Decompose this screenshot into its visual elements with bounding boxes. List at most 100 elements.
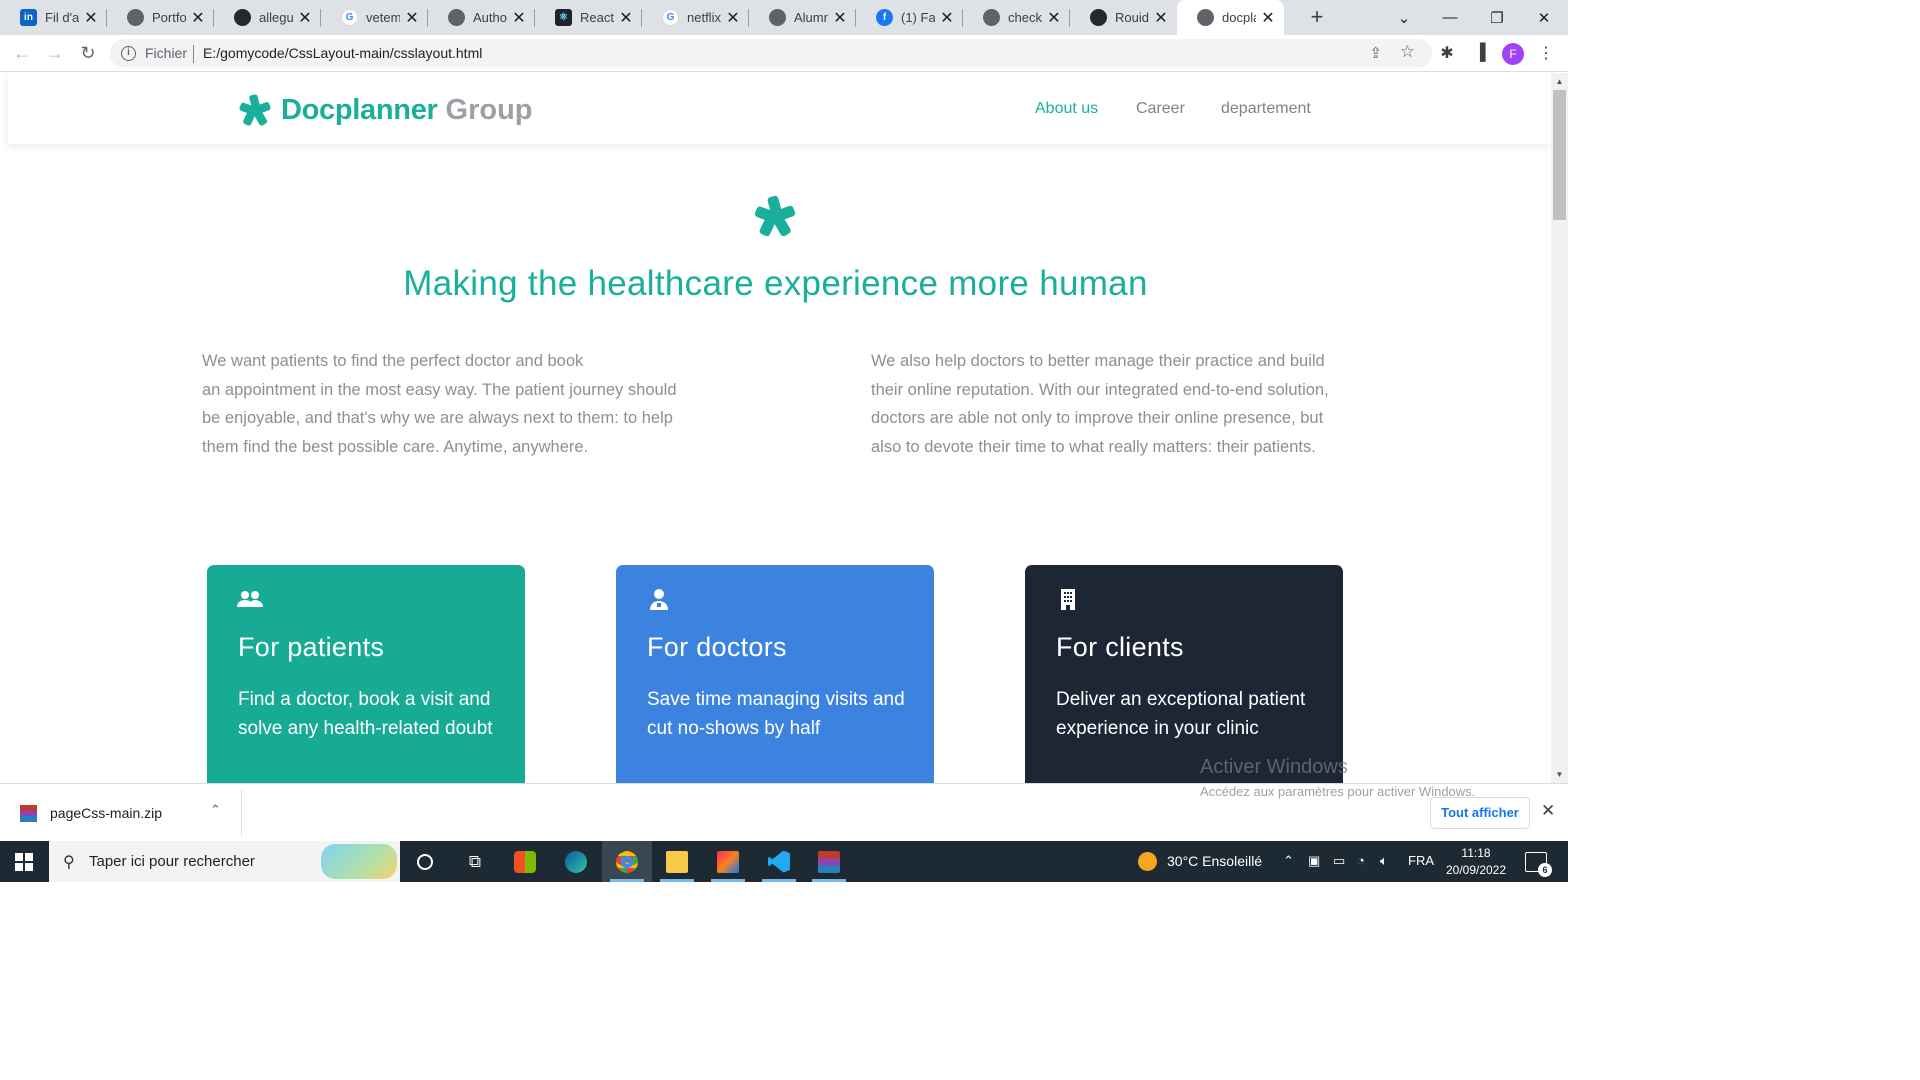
globe-icon xyxy=(127,9,144,26)
close-tab-icon[interactable]: ✕ xyxy=(939,8,955,28)
bookmark-star-icon[interactable]: ☆ xyxy=(1400,42,1415,62)
extensions-puzzle-icon[interactable]: ✱ xyxy=(1436,42,1458,64)
github-icon xyxy=(234,9,251,26)
close-download-bar-icon[interactable]: ✕ xyxy=(1541,801,1555,821)
close-tab-icon[interactable]: ✕ xyxy=(1046,8,1062,28)
brand-name: Docplanner xyxy=(281,93,438,126)
globe-icon xyxy=(1197,9,1214,26)
intro-paragraph-right: We also help doctors to better manage th… xyxy=(871,352,1329,457)
profile-avatar[interactable]: F xyxy=(1502,43,1524,65)
google-icon: G xyxy=(341,9,358,26)
scrollbar-thumb[interactable] xyxy=(1553,90,1566,220)
browser-tab[interactable]: Rouidfa ✕ xyxy=(1070,0,1177,35)
wifi-icon[interactable]: ◔ xyxy=(1357,853,1365,868)
tab-title: checkp xyxy=(1008,10,1042,25)
docplanner-star-icon xyxy=(239,94,271,126)
browser-tab[interactable]: f (1) Face ✕ xyxy=(856,0,963,35)
browser-tab[interactable]: Gnetflix - ✕ xyxy=(642,0,749,35)
chevron-up-icon[interactable]: ⌃ xyxy=(210,802,221,818)
close-tab-icon[interactable]: ✕ xyxy=(83,8,99,28)
tab-title: Rouidfa xyxy=(1115,10,1149,25)
menu-kebab-icon[interactable]: ⋮ xyxy=(1535,42,1557,64)
building-icon xyxy=(1061,589,1075,610)
windows-start-icon[interactable] xyxy=(15,853,33,871)
card-clients[interactable]: For clients Deliver an exceptional patie… xyxy=(1025,565,1343,783)
close-tab-icon[interactable]: ✕ xyxy=(618,8,634,28)
card-title: For doctors xyxy=(647,632,787,662)
tab-search-chevron-icon[interactable]: ⌄ xyxy=(1381,0,1427,35)
tab-title: docplar xyxy=(1222,10,1256,25)
tab-title: netflix - xyxy=(687,10,721,25)
card-description: Deliver an exceptional patient experienc… xyxy=(1056,689,1306,739)
restore-button[interactable]: ❐ xyxy=(1474,0,1520,35)
meet-now-icon[interactable]: ▣ xyxy=(1308,853,1320,869)
globe-icon xyxy=(769,9,786,26)
close-tab-icon[interactable]: ✕ xyxy=(832,8,848,28)
nav-about-us[interactable]: About us xyxy=(1035,100,1098,118)
show-all-downloads-button[interactable]: Tout afficher xyxy=(1430,797,1530,829)
edge-browser-icon[interactable] xyxy=(551,841,601,882)
browser-tab[interactable]: checkp ✕ xyxy=(963,0,1070,35)
browser-tab[interactable]: in Fil d'actualité ✕ xyxy=(0,0,107,35)
weather-sun-icon[interactable] xyxy=(1138,852,1157,871)
volume-icon[interactable]: 🔈︎ xyxy=(1380,853,1388,869)
scroll-down-icon[interactable]: ▼ xyxy=(1551,766,1568,783)
winrar-icon[interactable] xyxy=(804,841,854,882)
browser-tab[interactable]: ⚛ React A ✕ xyxy=(535,0,642,35)
file-explorer-icon[interactable] xyxy=(652,841,702,882)
close-tab-icon[interactable]: ✕ xyxy=(1153,8,1169,28)
activation-watermark-title: Activer Windows xyxy=(1200,756,1348,778)
nav-departement[interactable]: departement xyxy=(1221,100,1311,118)
tray-chevron-up-icon[interactable]: ⌃ xyxy=(1283,853,1294,869)
close-tab-icon[interactable]: ✕ xyxy=(725,8,741,28)
site-info-icon[interactable]: i xyxy=(121,46,136,61)
card-title: For patients xyxy=(238,632,385,662)
close-tab-icon[interactable]: ✕ xyxy=(404,8,420,28)
chrome-icon[interactable] xyxy=(602,841,652,882)
scroll-up-icon[interactable]: ▲ xyxy=(1551,73,1568,90)
microsoft-store-icon[interactable] xyxy=(500,841,550,882)
browser-tab[interactable]: Alumni ✕ xyxy=(749,0,856,35)
new-tab-button[interactable]: + xyxy=(1305,4,1329,30)
address-bar[interactable]: i Fichier E:/gomycode/CssLayout-main/css… xyxy=(110,39,1432,68)
docplanner-logo[interactable]: Docplanner Group xyxy=(238,93,533,127)
task-view-icon[interactable]: ⧉ xyxy=(450,841,500,882)
reload-icon[interactable]: ↻ xyxy=(76,41,100,65)
nav-career[interactable]: Career xyxy=(1136,100,1185,118)
close-tab-icon[interactable]: ✕ xyxy=(1260,8,1276,28)
input-language[interactable]: FRA xyxy=(1408,853,1434,868)
card-title: For clients xyxy=(1056,632,1184,662)
share-icon[interactable]: ⇪ xyxy=(1369,44,1382,62)
browser-tab[interactable]: Gvetements ✕ xyxy=(321,0,428,35)
weather-text[interactable]: 30°C Ensoleillé xyxy=(1167,853,1262,869)
close-tab-icon[interactable]: ✕ xyxy=(297,8,313,28)
clock-time: 11:18 xyxy=(1461,846,1491,860)
url-text[interactable]: E:/gomycode/CssLayout-main/csslayout.htm… xyxy=(203,45,482,61)
notification-center-icon[interactable]: 6 xyxy=(1525,852,1552,877)
card-patients[interactable]: For patients Find a doctor, book a visit… xyxy=(207,565,525,783)
browser-tab[interactable]: Authori ✕ xyxy=(428,0,535,35)
close-tab-icon[interactable]: ✕ xyxy=(511,8,527,28)
back-arrow-icon[interactable]: ← xyxy=(10,41,34,65)
hero-star-icon xyxy=(754,195,796,237)
search-placeholder: Taper ici pour rechercher xyxy=(89,853,255,870)
page-scrollbar[interactable]: ▲ ▼ xyxy=(1551,73,1568,783)
side-panel-icon[interactable]: ▐ xyxy=(1469,42,1491,64)
taskbar-search-box[interactable]: ⚲ Taper ici pour rechercher xyxy=(49,841,400,882)
download-filename[interactable]: pageCss-main.zip xyxy=(50,805,162,821)
facebook-icon: f xyxy=(876,9,893,26)
browser-tab[interactable]: Portfolio ✕ xyxy=(107,0,214,35)
close-tab-icon[interactable]: ✕ xyxy=(190,8,206,28)
intellij-icon[interactable] xyxy=(703,841,753,882)
close-window-button[interactable]: ✕ xyxy=(1521,0,1567,35)
browser-tab[interactable]: allegue ✕ xyxy=(214,0,321,35)
cortana-icon[interactable] xyxy=(400,841,450,882)
minimize-button[interactable]: — xyxy=(1427,0,1473,35)
forward-arrow-icon[interactable]: → xyxy=(43,41,67,65)
vscode-icon[interactable] xyxy=(754,841,804,882)
battery-icon[interactable]: ▭ xyxy=(1333,853,1345,869)
browser-tab[interactable]: docplar ✕ xyxy=(1177,0,1284,35)
doctor-icon xyxy=(650,589,668,610)
card-doctors[interactable]: For doctors Save time managing visits an… xyxy=(616,565,934,783)
system-clock[interactable]: 11:18 20/09/2022 xyxy=(1438,845,1514,879)
